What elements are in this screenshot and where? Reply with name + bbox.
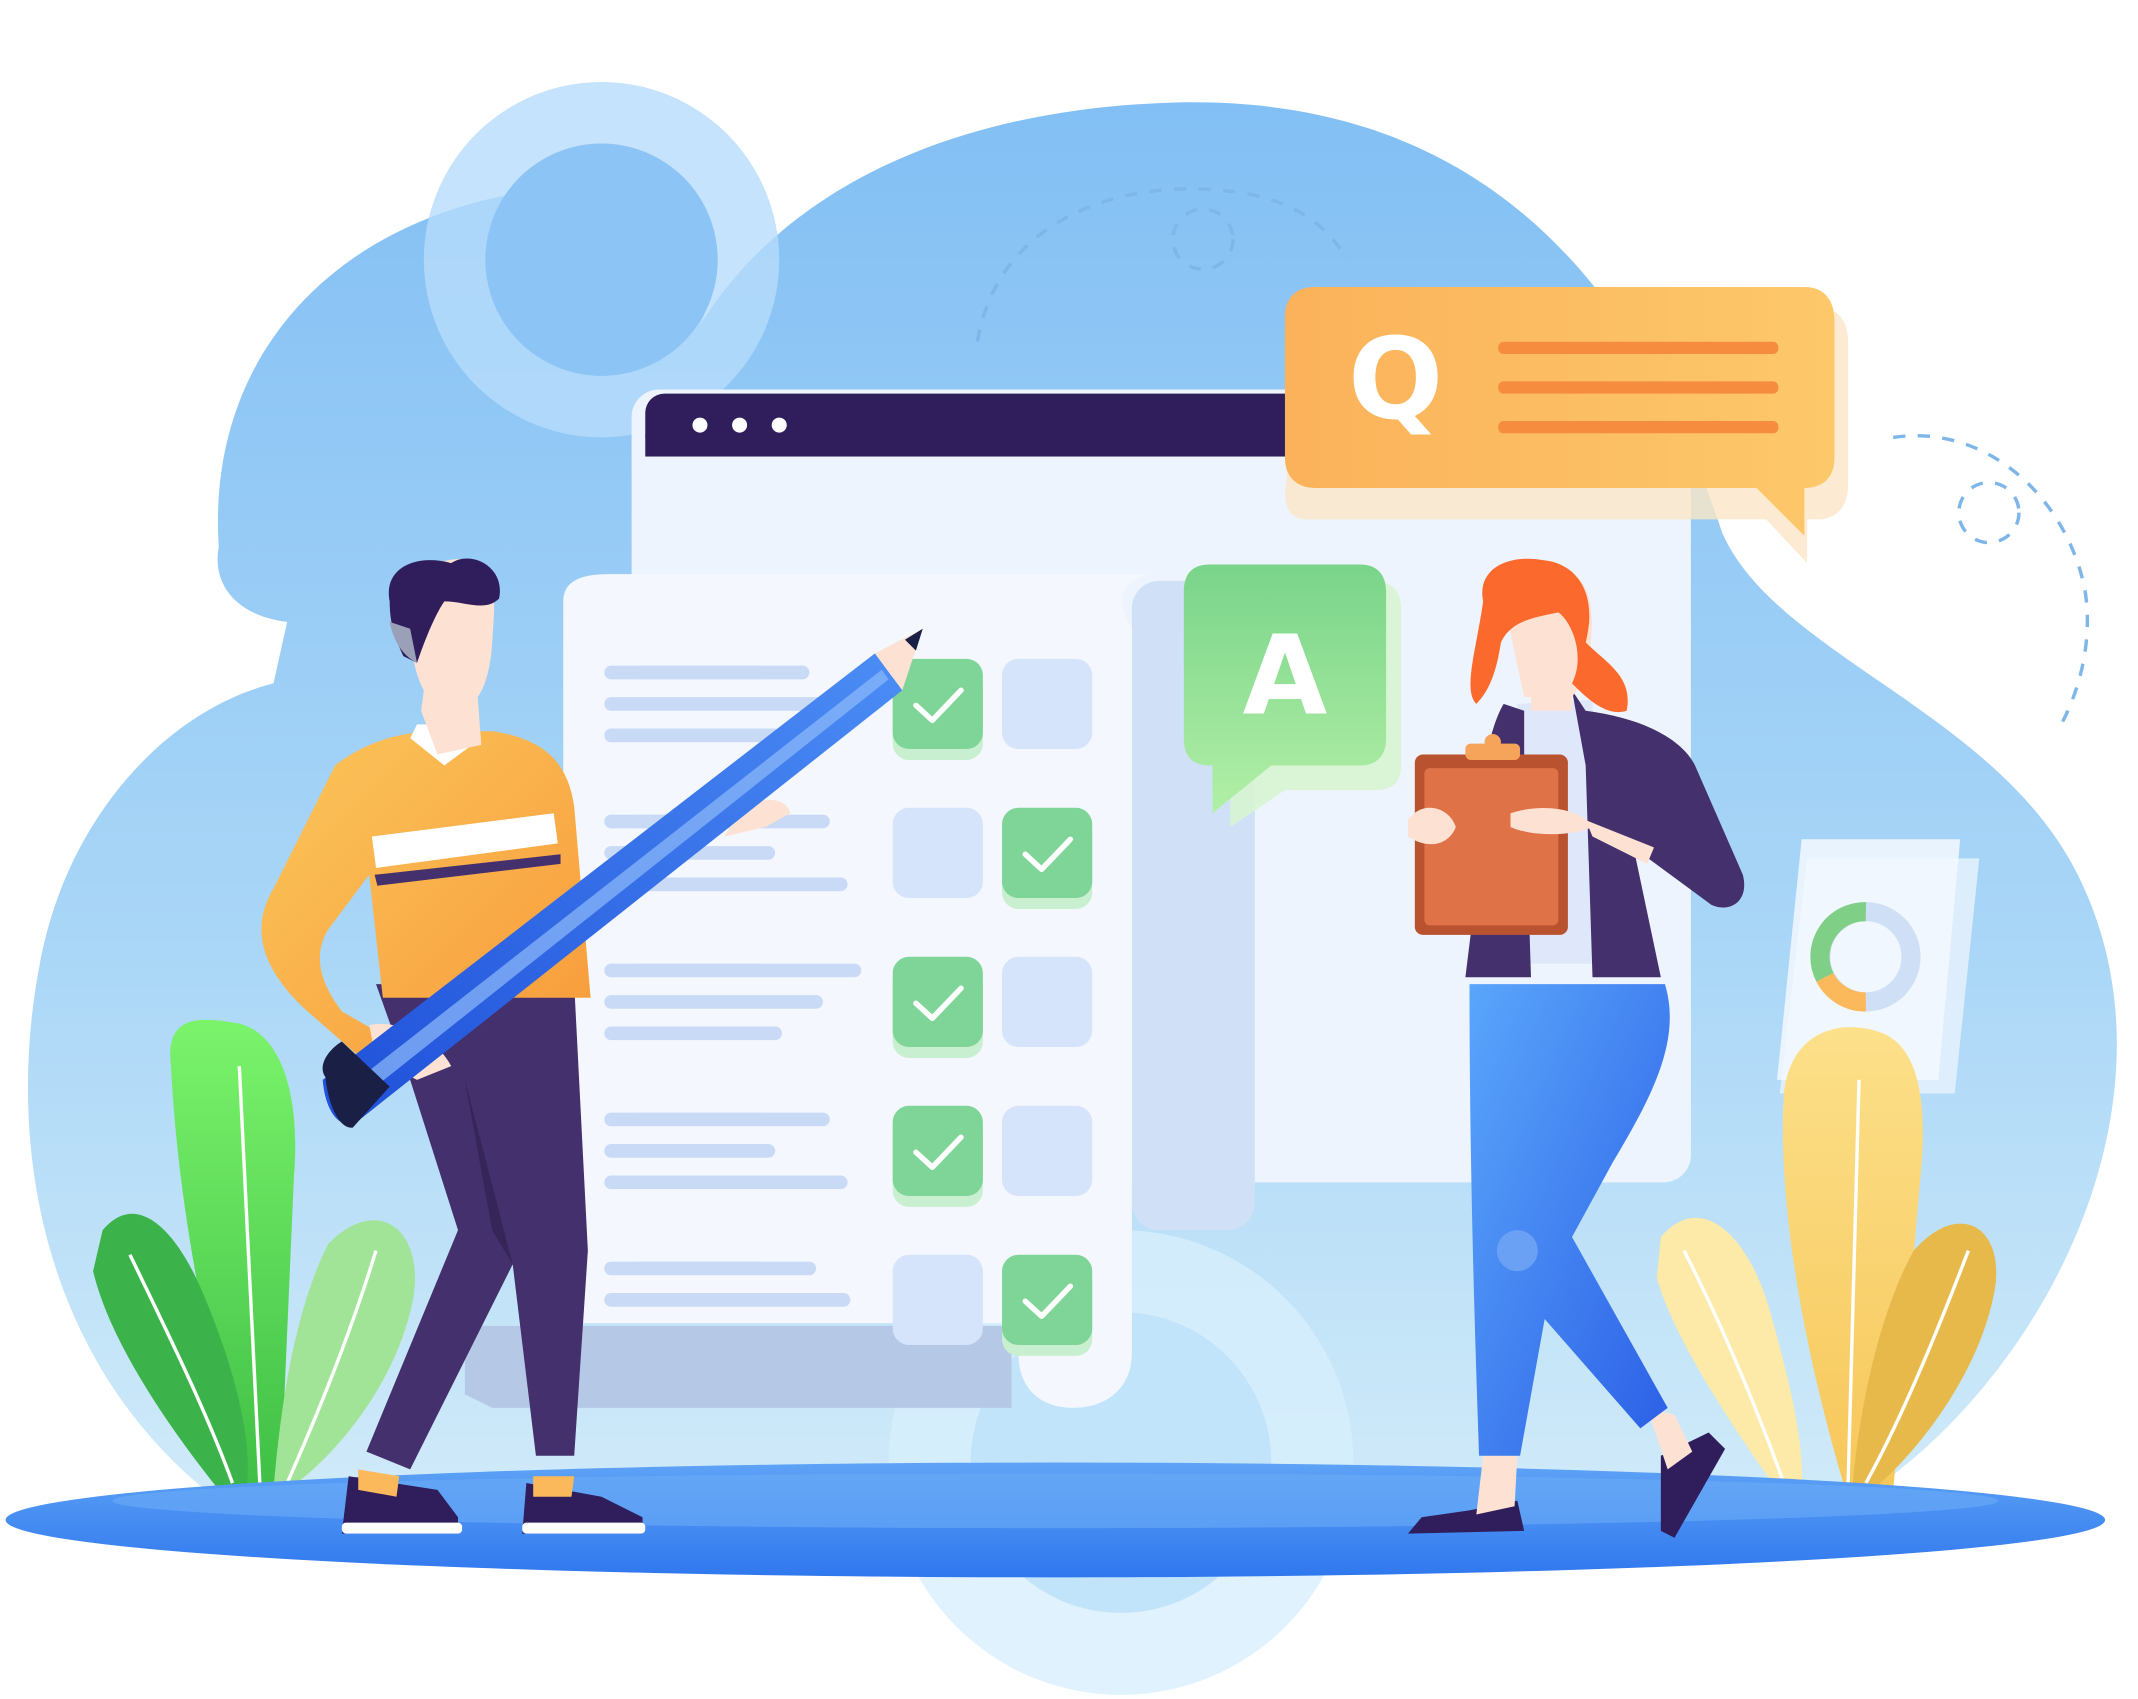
window-dot-icon [771,417,787,433]
answer-bubble: A [1183,564,1402,827]
answer-letter: A [1243,612,1328,739]
checked-box [892,1105,983,1207]
empty-box [1002,956,1093,1048]
empty-box [892,807,983,899]
empty-box [1002,1105,1093,1196]
illustration: Q A [5,82,2117,1695]
empty-box [1002,658,1093,750]
checked-box [1002,1254,1093,1356]
checked-box [1002,807,1093,909]
question-letter: Q [1348,315,1443,445]
checked-box [892,956,983,1058]
window-dot-icon [732,417,748,433]
window-dot-icon [692,417,708,433]
empty-box [892,1254,983,1345]
